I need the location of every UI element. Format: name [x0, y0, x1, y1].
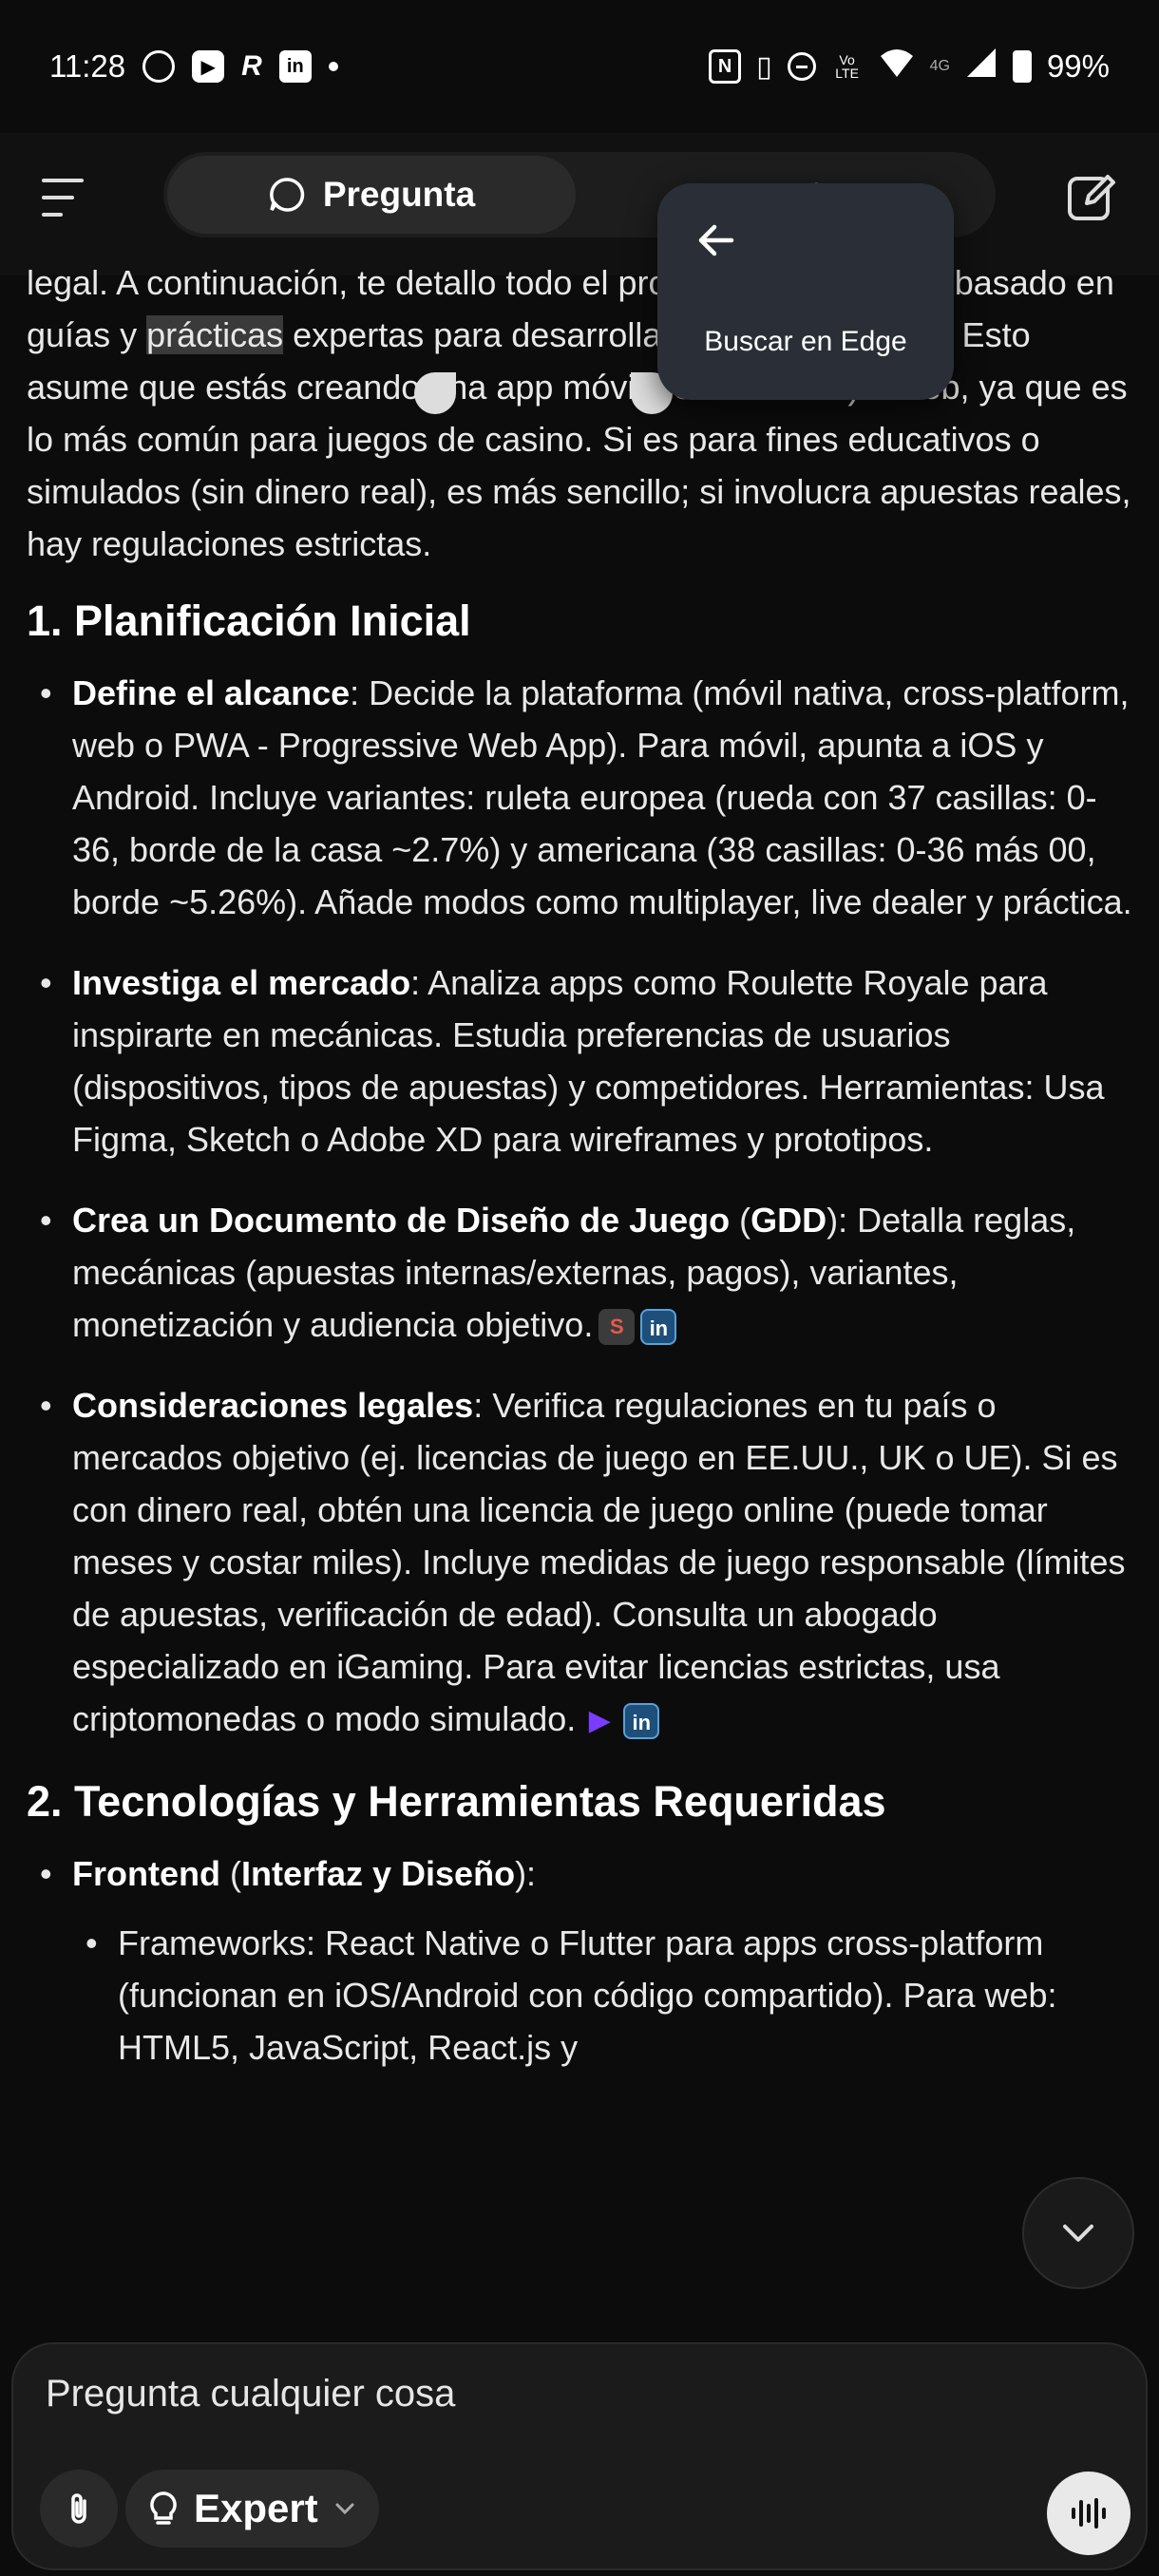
chat-response: legal. A continuación, te detallo todo e…	[27, 256, 1138, 2102]
item-bold: Interfaz y Diseño	[240, 1854, 516, 1893]
network-type-label: 4G	[929, 58, 950, 74]
list-item: Crea un Documento de Diseño de Juego (GD…	[27, 1194, 1138, 1351]
scroll-down-button[interactable]	[1022, 2177, 1134, 2289]
menu-icon	[42, 179, 84, 182]
item-text: ):	[515, 1854, 537, 1893]
item-bold: Frontend	[72, 1854, 220, 1893]
source-play-icon[interactable]: ▶	[581, 1703, 618, 1739]
section-1-list: Define el alcance: Decide la plataforma …	[27, 667, 1138, 1745]
list-item: Investiga el mercado: Analiza apps como …	[27, 957, 1138, 1165]
item-paren: (	[219, 1854, 241, 1893]
new-chat-button[interactable]	[1064, 169, 1119, 224]
sub-list: Frameworks: React Native o Flutter para …	[30, 1917, 1138, 2074]
paperclip-icon	[71, 2493, 86, 2524]
list-item: Consideraciones legales: Verifica regula…	[27, 1379, 1138, 1745]
status-time: 11:28	[49, 48, 126, 84]
item-paren: (	[730, 1201, 751, 1240]
item-bold: GDD	[750, 1201, 827, 1240]
intro-paragraph: legal. A continuación, te detallo todo e…	[27, 256, 1138, 570]
dnd-icon	[787, 52, 816, 81]
nfc-icon: N	[709, 49, 742, 84]
attach-button[interactable]	[40, 2470, 118, 2548]
section-2-heading: 2. Tecnologías y Herramientas Requeridas	[27, 1777, 886, 1826]
item-text: : Verifica regulaciones en tu país o mer…	[72, 1386, 1126, 1738]
tab-pregunta[interactable]: Pregunta	[167, 156, 576, 234]
chevron-down-icon	[335, 2503, 354, 2515]
section-2-list: Frontend (Interfaz y Diseño): Frameworks…	[27, 1847, 1138, 2074]
source-s-icon[interactable]: S	[598, 1309, 636, 1346]
voice-button[interactable]	[1047, 2472, 1130, 2555]
battery-percent: 99%	[1046, 48, 1110, 84]
linkedin-icon: in	[278, 50, 312, 83]
search-edge-popup: Buscar en Edge	[657, 183, 954, 400]
list-item: Define el alcance: Decide la plataforma …	[27, 667, 1138, 928]
vibrate-icon: ▯	[756, 50, 772, 83]
selection-handle-start[interactable]	[414, 372, 456, 414]
battery-icon	[1012, 50, 1032, 83]
edit-icon	[1068, 175, 1115, 220]
source-linkedin-icon[interactable]: in	[640, 1309, 677, 1346]
chat-bubble-icon	[269, 178, 305, 212]
item-bold: Crea un Documento de Diseño de Juego	[72, 1201, 731, 1240]
list-item: Frontend (Interfaz y Diseño): Frameworks…	[27, 1847, 1138, 2074]
prompt-input[interactable]: Pregunta cualquier cosa	[46, 2373, 455, 2415]
whatsapp-icon	[142, 50, 176, 83]
item-bold: Investiga el mercado	[72, 963, 411, 1002]
chevron-down-icon	[1063, 2225, 1093, 2242]
item-bold: Define el alcance	[72, 673, 351, 712]
app-r-icon: R	[241, 50, 262, 82]
youtube-icon: ▶	[192, 50, 225, 83]
menu-icon-line	[42, 213, 63, 217]
notification-dot-icon	[328, 62, 338, 71]
waveform-icon	[1072, 2498, 1106, 2529]
selected-text[interactable]: prácticas	[146, 315, 284, 354]
status-bar: 11:28 ▶ R in N ▯ Vo LTE 4G 99%	[0, 0, 1159, 133]
popup-back-button[interactable]	[690, 212, 747, 269]
arrow-left-icon	[698, 224, 734, 256]
composer: Pregunta cualquier cosa Expert	[11, 2342, 1148, 2570]
section-1-heading: 1. Planificación Inicial	[27, 597, 471, 645]
signal-icon	[965, 47, 998, 86]
status-right: N ▯ Vo LTE 4G 99%	[709, 47, 1110, 86]
wifi-icon	[879, 47, 915, 86]
mode-selector[interactable]: Expert	[125, 2470, 379, 2548]
sub-list-item: Frameworks: React Native o Flutter para …	[72, 1917, 1138, 2074]
lightbulb-icon	[150, 2491, 177, 2525]
search-edge-option[interactable]: Buscar en Edge	[657, 326, 954, 358]
app-header: Pregunta Imagen	[0, 133, 1159, 275]
status-left: 11:28 ▶ R in	[49, 48, 338, 85]
menu-icon-line	[42, 196, 74, 199]
menu-button[interactable]	[36, 171, 89, 224]
mode-label: Expert	[194, 2486, 318, 2530]
source-linkedin-icon[interactable]: in	[623, 1703, 660, 1740]
item-bold: Consideraciones legales	[72, 1386, 474, 1425]
tab-pregunta-label: Pregunta	[322, 175, 476, 214]
volte-icon: Vo LTE	[835, 52, 859, 81]
